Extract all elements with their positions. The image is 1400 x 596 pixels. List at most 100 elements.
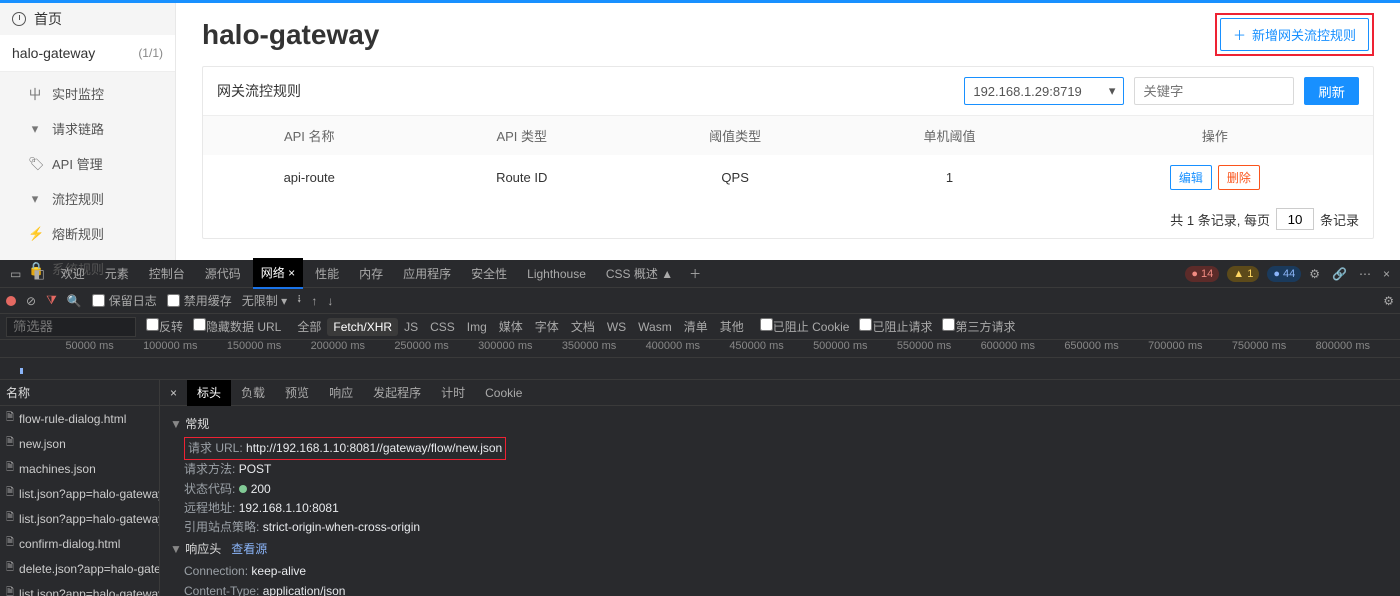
timeline-tick: 100000 ms: [114, 340, 198, 357]
gear-icon[interactable]: ⚙: [1305, 267, 1324, 281]
blocked-req-checkbox[interactable]: 已阻止请求: [859, 318, 932, 335]
wifi-icon[interactable]: ⭭: [297, 290, 301, 311]
add-tab-icon[interactable]: ＋: [685, 265, 705, 282]
sidebar-item-1[interactable]: ▾请求链路: [0, 111, 175, 146]
upload-icon[interactable]: ↑: [311, 294, 317, 308]
page-title: halo-gateway: [202, 19, 379, 51]
devtools-tabbar: ▭ ◧ 欢迎元素控制台源代码网络 ×性能内存应用程序安全性LighthouseC…: [0, 260, 1400, 288]
request-item[interactable]: list.json?app=halo-gateway&i...: [0, 506, 159, 531]
clock-icon: [12, 12, 26, 26]
filter-chip[interactable]: JS: [398, 318, 424, 336]
sidebar-item-4[interactable]: ⚡熔断规则: [0, 216, 175, 251]
devtools-tab[interactable]: 网络 ×: [253, 258, 303, 289]
refresh-button[interactable]: 刷新: [1304, 77, 1359, 105]
devtools-tab[interactable]: 内存: [351, 259, 391, 288]
info-badge[interactable]: ● 44: [1267, 266, 1301, 282]
dock-icon[interactable]: ◧: [29, 267, 48, 281]
search-icon[interactable]: 🔍: [67, 294, 82, 308]
filter-icon: ▾: [28, 121, 42, 137]
timeline-tick: 700000 ms: [1119, 340, 1203, 357]
app-toggle[interactable]: halo-gateway (1/1): [0, 35, 175, 72]
sidebar-item-label: API 管理: [52, 154, 103, 173]
devtools-tab[interactable]: CSS 概述 ▲: [598, 259, 681, 288]
filter-chip[interactable]: 其他: [714, 318, 750, 336]
detail-tab[interactable]: 预览: [275, 380, 319, 406]
filter-input[interactable]: [6, 317, 136, 337]
devtools-tab[interactable]: 控制台: [141, 259, 193, 288]
filter-chip[interactable]: 字体: [529, 318, 565, 336]
detail-tab[interactable]: Cookie: [475, 381, 532, 405]
panel-title: 网关流控规则: [217, 81, 954, 101]
err-badge[interactable]: ● 14: [1185, 266, 1219, 282]
detail-tab[interactable]: 响应: [319, 380, 363, 406]
edit-button[interactable]: 编辑: [1170, 165, 1212, 190]
more-icon[interactable]: ⋯: [1355, 267, 1375, 281]
devtools-tab[interactable]: 应用程序: [395, 259, 459, 288]
warn-badge[interactable]: ▲ 1: [1227, 266, 1259, 282]
settings-icon[interactable]: ⚙: [1383, 294, 1394, 308]
close-icon[interactable]: ×: [1379, 267, 1394, 281]
filter-chip[interactable]: Img: [461, 318, 493, 336]
sidebar-item-3[interactable]: ▾流控规则: [0, 181, 175, 216]
ip-select[interactable]: 192.168.1.29:8719 ▾: [964, 77, 1124, 105]
detail-tab[interactable]: 计时: [431, 380, 475, 406]
page-size-input[interactable]: [1276, 208, 1314, 230]
request-item[interactable]: list.json?app=halo-gateway&i...: [0, 581, 159, 596]
tag-icon: 🏷: [28, 156, 42, 172]
hide-data-checkbox[interactable]: 隐藏数据 URL: [193, 318, 281, 335]
timeline-tick: 550000 ms: [868, 340, 952, 357]
filter-chip[interactable]: 文档: [565, 318, 601, 336]
devtools-tab[interactable]: 欢迎: [53, 259, 93, 288]
filter-chip[interactable]: 媒体: [493, 318, 529, 336]
keep-log-checkbox[interactable]: 保留日志: [92, 292, 157, 309]
filter-chip[interactable]: 全部: [291, 318, 327, 336]
invert-checkbox[interactable]: 反转: [146, 318, 183, 335]
sidebar-item-0[interactable]: ⼬实时监控: [0, 76, 175, 111]
add-rule-button[interactable]: ＋ 新增网关流控规则: [1220, 18, 1369, 51]
home-label: 首页: [34, 9, 62, 29]
table-header: 阈值类型: [628, 116, 842, 155]
filter-chip[interactable]: Wasm: [632, 318, 678, 336]
timeline-tick: 300000 ms: [449, 340, 533, 357]
disable-cache-checkbox[interactable]: 禁用缓存: [167, 292, 232, 309]
timeline-tick: 250000 ms: [365, 340, 449, 357]
detail-tab[interactable]: 标头: [187, 380, 231, 406]
filter-toggle-icon[interactable]: ⧩: [46, 293, 57, 308]
devtools-tab[interactable]: 性能: [307, 259, 347, 288]
timeline-tick: 350000 ms: [533, 340, 617, 357]
request-item[interactable]: flow-rule-dialog.html: [0, 406, 159, 431]
filter-chip[interactable]: CSS: [424, 318, 461, 336]
request-item[interactable]: new.json: [0, 431, 159, 456]
detail-tab[interactable]: 负载: [231, 380, 275, 406]
filter-chip[interactable]: 清单: [678, 318, 714, 336]
app-count: (1/1): [138, 46, 163, 60]
request-item[interactable]: delete.json?app=halo-gatew...: [0, 556, 159, 581]
general-section[interactable]: 常规: [170, 412, 1390, 437]
link-icon[interactable]: 🔗: [1328, 267, 1351, 281]
request-item[interactable]: list.json?app=halo-gateway&i...: [0, 481, 159, 506]
throttle-select[interactable]: 无限制 ▾: [242, 292, 287, 309]
response-headers-section[interactable]: 响应头 查看源: [170, 537, 1390, 562]
record-icon[interactable]: [6, 296, 16, 306]
delete-button[interactable]: 删除: [1218, 165, 1260, 190]
plus-icon: ＋: [1233, 25, 1246, 44]
request-item[interactable]: confirm-dialog.html: [0, 531, 159, 556]
devtools-tab[interactable]: 源代码: [197, 259, 249, 288]
keyword-input[interactable]: [1134, 77, 1294, 105]
filter-chip[interactable]: WS: [601, 318, 632, 336]
filter-chip[interactable]: Fetch/XHR: [327, 318, 398, 336]
sidebar-item-2[interactable]: 🏷 API 管理: [0, 146, 175, 181]
home-link[interactable]: 首页: [0, 3, 175, 35]
blocked-cookie-checkbox[interactable]: 已阻止 Cookie: [760, 318, 850, 335]
close-details-icon[interactable]: ×: [160, 386, 187, 400]
detail-tab[interactable]: 发起程序: [363, 380, 431, 406]
add-rule-label: 新增网关流控规则: [1252, 25, 1356, 44]
devtools-tab[interactable]: Lighthouse: [519, 261, 594, 287]
request-item[interactable]: machines.json: [0, 456, 159, 481]
device-icon[interactable]: ▭: [6, 267, 25, 281]
devtools-tab[interactable]: 元素: [97, 259, 137, 288]
third-party-checkbox[interactable]: 第三方请求: [942, 318, 1015, 335]
devtools-tab[interactable]: 安全性: [463, 259, 515, 288]
clear-icon[interactable]: ⊘: [26, 294, 36, 308]
download-icon[interactable]: ↓: [327, 294, 333, 308]
